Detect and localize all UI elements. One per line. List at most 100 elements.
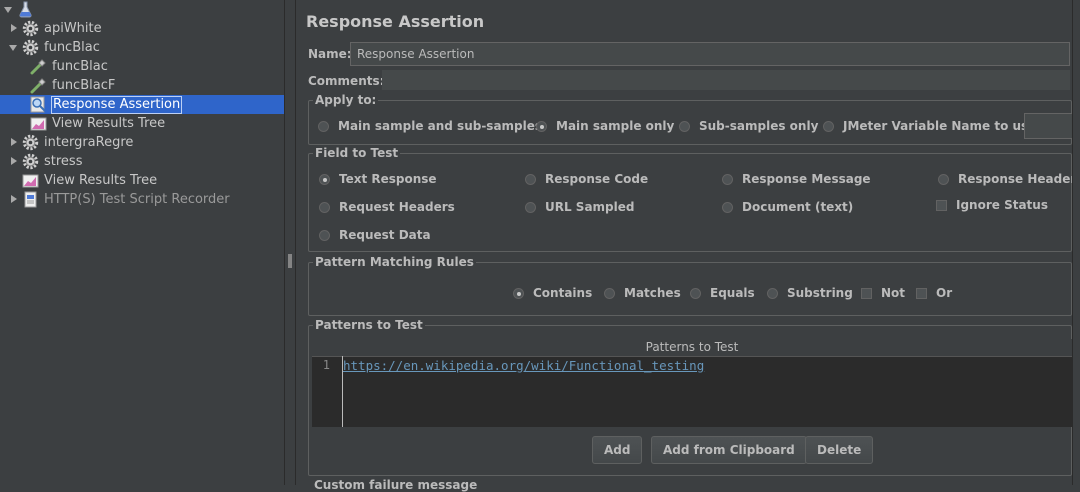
radio-contains[interactable]: Contains — [513, 285, 592, 301]
radio-icon[interactable] — [722, 202, 733, 213]
page-title: Response Assertion — [306, 12, 485, 31]
radio-label: Main sample and sub-samples — [338, 119, 543, 133]
tree-item-response-assertion[interactable]: Response Assertion — [0, 95, 284, 114]
radio-icon[interactable] — [525, 174, 536, 185]
radio-selected-icon[interactable] — [536, 121, 547, 132]
sampler-pipette-icon — [30, 59, 46, 75]
field-to-test-legend: Field to Test — [315, 146, 399, 160]
comments-field[interactable] — [382, 70, 1070, 90]
radio-text-response[interactable]: Text Response — [319, 171, 437, 187]
radio-label: Response Headers — [958, 172, 1080, 186]
thread-group-gear-icon — [22, 134, 39, 151]
radio-url-sampled[interactable]: URL Sampled — [525, 199, 634, 215]
custom-failure-message-legend: Custom failure message — [314, 478, 478, 492]
expand-arrow-icon[interactable] — [10, 190, 18, 209]
tree-item-funcblac-group[interactable]: funcBlac — [0, 38, 284, 57]
radio-substring[interactable]: Substring — [767, 285, 853, 301]
patterns-to-test-legend: Patterns to Test — [315, 318, 423, 332]
radio-selected-icon[interactable] — [319, 174, 330, 185]
radio-icon[interactable] — [319, 202, 330, 213]
checkbox-icon[interactable] — [916, 288, 927, 299]
radio-document-text[interactable]: Document (text) — [722, 199, 853, 215]
checkbox-ignore-status[interactable]: Ignore Status — [936, 197, 1048, 213]
radio-jmeter-variable[interactable]: JMeter Variable Name to use — [823, 118, 1036, 134]
tree-item-label: View Results Tree — [52, 116, 166, 131]
tree-item-view-results-tree[interactable]: View Results Tree — [0, 114, 284, 133]
checkbox-not[interactable]: Not — [861, 285, 905, 301]
tree-item-label: View Results Tree — [44, 173, 158, 188]
radio-label: Text Response — [339, 172, 437, 186]
radio-icon[interactable] — [525, 202, 536, 213]
sampler-pipette-icon — [30, 78, 46, 94]
add-from-clipboard-button[interactable]: Add from Clipboard — [651, 436, 807, 464]
radio-main-only[interactable]: Main sample only — [536, 118, 674, 134]
delete-button[interactable]: Delete — [805, 436, 874, 464]
checkbox-icon[interactable] — [861, 288, 872, 299]
radio-label: Response Message — [742, 172, 871, 186]
tree-item-stress[interactable]: stress — [0, 152, 284, 171]
jmeter-variable-input[interactable] — [1024, 113, 1074, 139]
tree-item-view-results-tree-2[interactable]: View Results Tree — [0, 171, 284, 190]
radio-icon[interactable] — [767, 288, 778, 299]
patterns-table[interactable]: Patterns to Test 1 https://en.wikipedia.… — [312, 339, 1072, 427]
listener-chart-icon — [22, 174, 39, 188]
radio-response-message[interactable]: Response Message — [722, 171, 871, 187]
thread-group-gear-icon — [22, 39, 39, 56]
radio-request-headers[interactable]: Request Headers — [319, 199, 455, 215]
splitter-grip-icon[interactable] — [288, 254, 292, 268]
radio-request-data[interactable]: Request Data — [319, 227, 431, 243]
name-field[interactable]: Response Assertion — [350, 42, 1070, 66]
radio-icon[interactable] — [318, 121, 329, 132]
tree-item-apiwhite[interactable]: apiWhite — [0, 19, 284, 38]
tree-item-funcblacf-sampler[interactable]: funcBlacF — [0, 76, 284, 95]
radio-selected-icon[interactable] — [513, 288, 524, 299]
radio-equals[interactable]: Equals — [690, 285, 755, 301]
radio-label: Contains — [533, 286, 593, 300]
pattern-matching-legend: Pattern Matching Rules — [315, 255, 474, 269]
radio-icon[interactable] — [938, 174, 949, 185]
tree-item-intergraregre[interactable]: intergraRegre — [0, 133, 284, 152]
tree-item-funcblac-sampler[interactable]: funcBlac — [0, 57, 284, 76]
tree-item-http-recorder[interactable]: HTTP(S) Test Script Recorder — [0, 190, 284, 209]
radio-response-code[interactable]: Response Code — [525, 171, 648, 187]
radio-matches[interactable]: Matches — [604, 285, 681, 301]
assertion-magnifier-icon — [30, 96, 46, 113]
radio-icon[interactable] — [319, 230, 330, 241]
vertical-scrollbar[interactable] — [1072, 0, 1080, 485]
panel-splitter[interactable] — [284, 0, 296, 485]
radio-icon[interactable] — [823, 121, 834, 132]
checkbox-icon[interactable] — [936, 200, 947, 211]
patterns-column-header[interactable]: Patterns to Test — [312, 339, 1072, 357]
comments-label: Comments: — [308, 74, 385, 88]
listener-chart-icon — [30, 117, 47, 131]
tree-item-label: HTTP(S) Test Script Recorder — [44, 192, 230, 207]
radio-icon[interactable] — [679, 121, 690, 132]
collapse-arrow-icon[interactable] — [4, 0, 12, 19]
add-button[interactable]: Add — [592, 436, 643, 464]
name-label: Name: — [308, 47, 352, 61]
radio-response-headers[interactable]: Response Headers — [938, 171, 1080, 187]
radio-sub-only[interactable]: Sub-samples only — [679, 118, 818, 134]
radio-label: Request Data — [339, 228, 431, 242]
response-assertion-panel: Response Assertion Name: Response Assert… — [298, 0, 1080, 492]
radio-main-and-sub[interactable]: Main sample and sub-samples — [318, 118, 542, 134]
collapse-arrow-icon[interactable] — [9, 38, 17, 57]
expand-arrow-icon[interactable] — [10, 133, 18, 152]
checkbox-or[interactable]: Or — [916, 285, 952, 301]
expand-arrow-icon[interactable] — [10, 152, 18, 171]
thread-group-gear-icon — [22, 20, 39, 37]
tree-item-label: funcBlacF — [52, 78, 116, 93]
test-plan-tree[interactable]: apiWhite funcBlac funcBlac funcBlacF Res… — [0, 0, 284, 485]
radio-label: Request Headers — [339, 200, 455, 214]
radio-icon[interactable] — [690, 288, 701, 299]
line-number: 1 — [322, 358, 330, 372]
radio-icon[interactable] — [604, 288, 615, 299]
expand-arrow-icon[interactable] — [10, 19, 18, 38]
radio-label: Substring — [787, 286, 853, 300]
tree-item-label: Response Assertion — [51, 96, 183, 114]
radio-label: Sub-samples only — [699, 119, 819, 133]
radio-label: Document (text) — [742, 200, 854, 214]
radio-label: Main sample only — [556, 119, 675, 133]
radio-icon[interactable] — [722, 174, 733, 185]
pattern-value[interactable]: https://en.wikipedia.org/wiki/Functional… — [343, 358, 704, 373]
